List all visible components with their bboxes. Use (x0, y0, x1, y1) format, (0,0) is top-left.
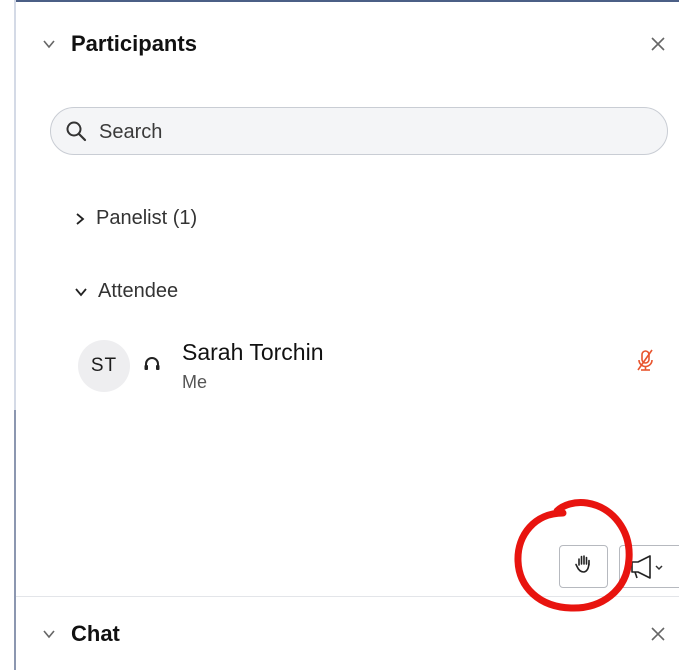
chevron-down-icon[interactable] (42, 37, 56, 51)
chevron-down-icon (75, 287, 87, 296)
group-label: Panelist (1) (96, 207, 198, 229)
group-attendee[interactable]: Attendee (74, 280, 178, 303)
search-bar (50, 107, 668, 155)
avatar: ST (78, 340, 130, 392)
group-label: Attendee (98, 280, 179, 302)
participant-subtitle: Me (182, 372, 208, 392)
window-top-border (16, 0, 679, 2)
participants-title: Participants (71, 31, 197, 56)
close-icon[interactable] (649, 35, 667, 53)
chevron-right-icon (76, 212, 85, 225)
participants-header: Participants (16, 16, 679, 72)
chat-header: Chat (16, 606, 679, 662)
participant-row[interactable]: ST Sarah Torchin Me (76, 338, 656, 398)
search-input[interactable] (97, 114, 641, 150)
section-divider (16, 596, 679, 597)
group-panelist[interactable]: Panelist (1) (74, 207, 197, 230)
search-icon (65, 120, 87, 142)
chat-title: Chat (71, 621, 120, 646)
megaphone-icon (631, 555, 663, 579)
close-icon[interactable] (649, 625, 667, 643)
raise-hand-button[interactable] (559, 545, 608, 588)
announcement-button[interactable] (619, 545, 679, 588)
participant-name: Sarah Torchin (182, 339, 324, 365)
raise-hand-icon (573, 553, 595, 580)
microphone-muted-icon[interactable] (634, 348, 656, 374)
headset-icon (142, 354, 162, 374)
chevron-down-icon[interactable] (42, 627, 56, 641)
